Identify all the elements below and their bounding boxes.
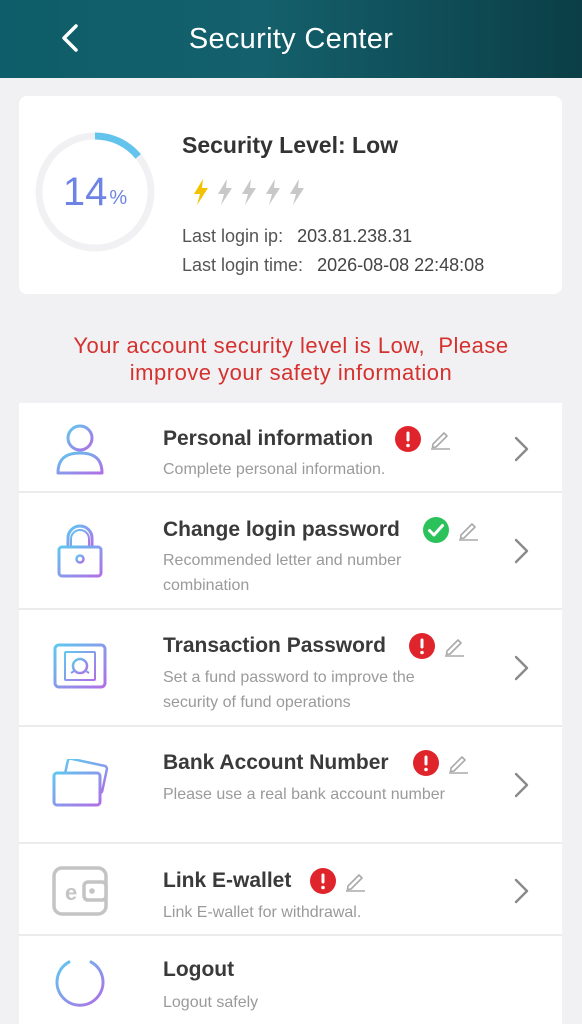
warning-badge-icon — [310, 868, 336, 894]
list-item-personal-information[interactable]: Personal information Complete personal i… — [19, 403, 562, 493]
security-warning-message: Your account security level is Low, Plea… — [0, 332, 582, 386]
lightning-icon — [290, 179, 304, 205]
item-title: Bank Account Number — [163, 751, 389, 774]
chevron-right-icon — [514, 878, 529, 904]
item-description: Logout safely — [163, 994, 259, 1011]
item-description: Set a fund password to improve the secur… — [163, 669, 415, 711]
last-login-ip: Last login ip: 203.81.238.31 — [182, 226, 412, 247]
chevron-right-icon — [514, 655, 529, 681]
item-title: Link E-wallet — [163, 869, 292, 892]
chevron-left-icon — [62, 24, 78, 52]
pencil-icon[interactable] — [447, 752, 469, 774]
last-login-ip-value: 203.81.238.31 — [297, 226, 413, 246]
item-title: Transaction Password — [163, 634, 386, 657]
item-description: Complete personal information. — [163, 461, 386, 478]
security-level-label: Security Level: Low — [182, 132, 399, 158]
security-percent-value: 14 — [62, 169, 108, 214]
app-header: Security Center — [0, 0, 582, 78]
pencil-icon[interactable] — [457, 519, 479, 541]
page-title: Security Center — [188, 22, 394, 55]
lightning-icon — [242, 179, 256, 205]
lightning-icon — [266, 179, 280, 205]
lock-icon — [57, 524, 103, 578]
security-summary-card: 14 % Security Level: Low Last login ip: 2… — [19, 96, 562, 294]
item-title: Personal information — [163, 427, 374, 450]
last-login-ip-label: Last login ip: — [182, 226, 284, 246]
list-item-link-e-wallet[interactable]: e Link E-wallet Link E-wallet for withdr… — [19, 844, 562, 936]
pencil-icon[interactable] — [344, 870, 366, 892]
item-description: Link E-wallet for withdrawal. — [163, 904, 362, 921]
list-item-transaction-password[interactable]: Transaction Password Set a fund password… — [19, 610, 562, 727]
pencil-icon[interactable] — [429, 428, 451, 450]
warning-line-2: improve your safety information — [129, 360, 453, 385]
user-icon — [56, 424, 104, 475]
security-lightning-rating — [191, 178, 307, 206]
lightning-icon — [194, 179, 208, 205]
item-title: Change login password — [163, 518, 400, 541]
pencil-icon[interactable] — [443, 635, 465, 657]
last-login-time-label: Last login time: — [182, 255, 304, 275]
security-percent: 14 % — [33, 130, 157, 254]
warning-badge-icon — [413, 750, 439, 776]
bank-card-icon — [52, 759, 109, 807]
check-badge-icon — [423, 517, 449, 543]
item-description: Recommended letter and number combinatio… — [163, 552, 402, 594]
safe-icon — [53, 643, 107, 693]
lightning-icon — [218, 179, 232, 205]
item-title: Logout — [163, 958, 235, 981]
chevron-right-icon — [514, 772, 529, 798]
last-login-time-value: 2026-08-08 22:48:08 — [317, 255, 485, 275]
security-settings-list: Personal information Complete personal i… — [19, 403, 562, 1024]
security-percent-sign: % — [109, 186, 128, 209]
list-item-change-login-password[interactable]: Change login password Recommended letter… — [19, 493, 562, 610]
chevron-right-icon — [514, 436, 529, 462]
list-item-logout[interactable]: Logout Logout safely — [19, 936, 562, 1024]
warning-badge-icon — [395, 426, 421, 452]
warning-line-1: Your account security level is Low, Plea… — [73, 333, 509, 358]
chevron-right-icon — [514, 538, 529, 564]
wallet-icon: e — [52, 866, 108, 916]
svg-text:e: e — [65, 880, 77, 905]
item-description: Please use a real bank account number — [163, 786, 445, 803]
power-icon — [55, 954, 105, 1007]
list-item-bank-account-number[interactable]: Bank Account Number Please use a real ba… — [19, 727, 562, 844]
last-login-time: Last login time: 2026-08-08 22:48:08 — [182, 255, 484, 276]
back-button[interactable] — [50, 18, 90, 58]
warning-badge-icon — [409, 633, 435, 659]
